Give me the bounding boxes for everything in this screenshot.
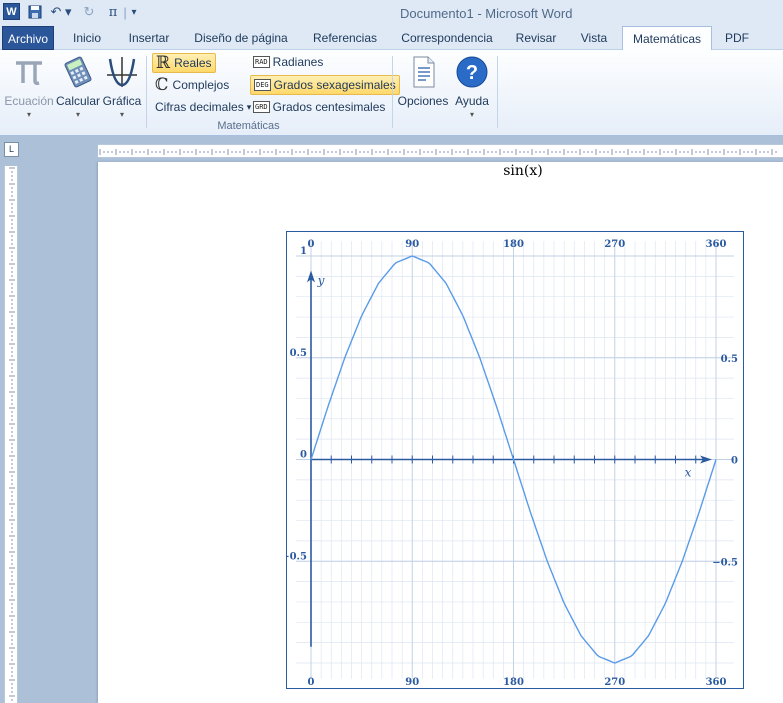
tab-inicio[interactable]: Inicio <box>62 26 112 50</box>
chevron-down-icon: ▾ <box>119 110 124 119</box>
tab-diseno-pagina[interactable]: Diseño de página <box>186 26 296 50</box>
document-page[interactable]: sin(x) 0 0 90 90 180 180 270 270 360 360 1 0.5 0 −0.5… <box>98 162 783 703</box>
x-tick-label-bottom: 270 <box>604 677 625 688</box>
cifras-label: Cifras decimales <box>155 100 244 114</box>
grados-centesimales-label: Grados centesimales <box>272 100 386 114</box>
y-tick-label-right: −0.5 <box>712 557 738 568</box>
x-tick-label-bottom: 180 <box>503 677 524 688</box>
x-axis-label: x <box>685 466 692 480</box>
calculator-icon <box>60 54 96 90</box>
title-bar: W ↶ ▾ ↻ π | ▾ Documento1 - Microsoft Wor… <box>0 0 783 26</box>
customize-toolbar-icon[interactable]: ▾ <box>128 3 140 21</box>
tab-archivo[interactable]: Archivo <box>2 26 54 50</box>
radianes-label: Radianes <box>272 55 324 69</box>
calcular-button[interactable]: Calcular ▾ <box>56 54 100 119</box>
y-tick-label-left: 0.5 <box>290 348 307 359</box>
equation-text[interactable]: sin(x) <box>493 163 553 179</box>
opciones-button[interactable]: Opciones <box>396 54 450 108</box>
document-workspace: L sin(x) 0 0 90 90 180 180 270 270 360 360 1 0.5 0 −0… <box>0 136 783 703</box>
tab-insertar[interactable]: Insertar <box>120 26 178 50</box>
tab-selector[interactable]: L <box>4 142 19 157</box>
tab-correspondencia[interactable]: Correspondencia <box>394 26 500 50</box>
x-tick-label-top: 360 <box>706 239 727 250</box>
reales-button[interactable]: ℝ Reales <box>152 53 216 73</box>
x-tick-label-top: 270 <box>604 239 625 250</box>
opciones-label: Opciones <box>397 94 449 108</box>
options-document-icon <box>405 54 441 90</box>
y-tick-label-right: 0 <box>731 456 738 467</box>
pi-icon[interactable]: π <box>104 3 122 21</box>
real-numbers-icon: ℝ <box>156 53 171 73</box>
tab-vista[interactable]: Vista <box>572 26 616 50</box>
complejos-label: Complejos <box>172 78 230 92</box>
y-tick-label-left: −0.5 <box>286 551 307 562</box>
ecuacion-label: Ecuación <box>4 94 54 108</box>
group-separator <box>392 56 393 128</box>
word-logo-icon[interactable]: W <box>3 3 20 20</box>
tab-matematicas[interactable]: Matemáticas <box>622 26 712 51</box>
grados-sexagesimales-button[interactable]: DEG Grados sexagesimales <box>250 75 400 95</box>
x-tick-label-top: 180 <box>503 239 524 250</box>
chevron-down-icon: ▾ <box>75 110 80 119</box>
ribbon: Ecuación ▾ Calcular ▾ Gráfica ▾ ℝ Reales… <box>0 50 783 136</box>
group-separator <box>497 56 498 128</box>
svg-text:?: ? <box>466 62 478 84</box>
grafica-label: Gráfica <box>102 94 142 108</box>
tab-revisar[interactable]: Revisar <box>508 26 564 50</box>
calcular-label: Calcular <box>56 94 101 108</box>
horizontal-ruler[interactable] <box>98 144 783 158</box>
help-icon: ? <box>454 54 490 90</box>
chevron-down-icon: ▾ <box>26 110 31 119</box>
x-tick-label-bottom: 0 <box>308 677 315 688</box>
cifras-decimales-dropdown[interactable]: Cifras decimales ▾ <box>152 97 254 117</box>
toolbar-separator: | <box>123 4 127 20</box>
window-title: Documento1 - Microsoft Word <box>400 6 573 21</box>
complejos-button[interactable]: ℂ Complejos <box>152 75 232 95</box>
grados-sexagesimales-label: Grados sexagesimales <box>273 78 396 92</box>
group-label-matematicas: Matemáticas <box>217 120 280 132</box>
y-tick-label-right: 0.5 <box>721 354 738 365</box>
chevron-down-icon: ▾ <box>469 110 474 119</box>
sine-graph[interactable]: 0 0 90 90 180 180 270 270 360 360 1 0.5 0 −0.5 0.5 0 −0.… <box>286 231 744 689</box>
y-tick-label-left: 1 <box>300 246 307 257</box>
reales-label: Reales <box>174 56 212 70</box>
save-icon[interactable] <box>26 3 44 21</box>
radianes-button[interactable]: RAD Radianes <box>250 52 326 72</box>
ribbon-tabs: Archivo Inicio Insertar Diseño de página… <box>0 26 783 51</box>
redo-icon[interactable]: ↻ <box>80 3 98 21</box>
y-axis-label: y <box>317 273 325 287</box>
complex-numbers-icon: ℂ <box>155 75 169 95</box>
undo-icon[interactable]: ↶ ▾ <box>48 3 74 21</box>
vertical-ruler[interactable] <box>4 166 18 703</box>
tab-referencias[interactable]: Referencias <box>304 26 386 50</box>
ayuda-label: Ayuda <box>455 94 489 108</box>
ayuda-button[interactable]: ? Ayuda ▾ <box>452 54 492 119</box>
ecuacion-button[interactable]: Ecuación ▾ <box>4 54 54 119</box>
grafica-button[interactable]: Gráfica ▾ <box>102 54 142 119</box>
grd-icon: GRD <box>253 101 270 113</box>
x-tick-label-top: 90 <box>405 239 419 250</box>
y-tick-label-left: 0 <box>300 450 307 461</box>
tab-pdf[interactable]: PDF <box>718 26 756 50</box>
graph-icon <box>104 54 140 90</box>
x-tick-label-bottom: 360 <box>706 677 727 688</box>
pi-icon <box>11 54 47 90</box>
deg-icon: DEG <box>254 79 271 91</box>
x-tick-label-bottom: 90 <box>405 677 419 688</box>
x-tick-label-top: 0 <box>308 239 315 250</box>
group-separator <box>146 56 147 128</box>
rad-icon: RAD <box>253 56 270 68</box>
grados-centesimales-button[interactable]: GRD Grados centesimales <box>250 97 388 117</box>
